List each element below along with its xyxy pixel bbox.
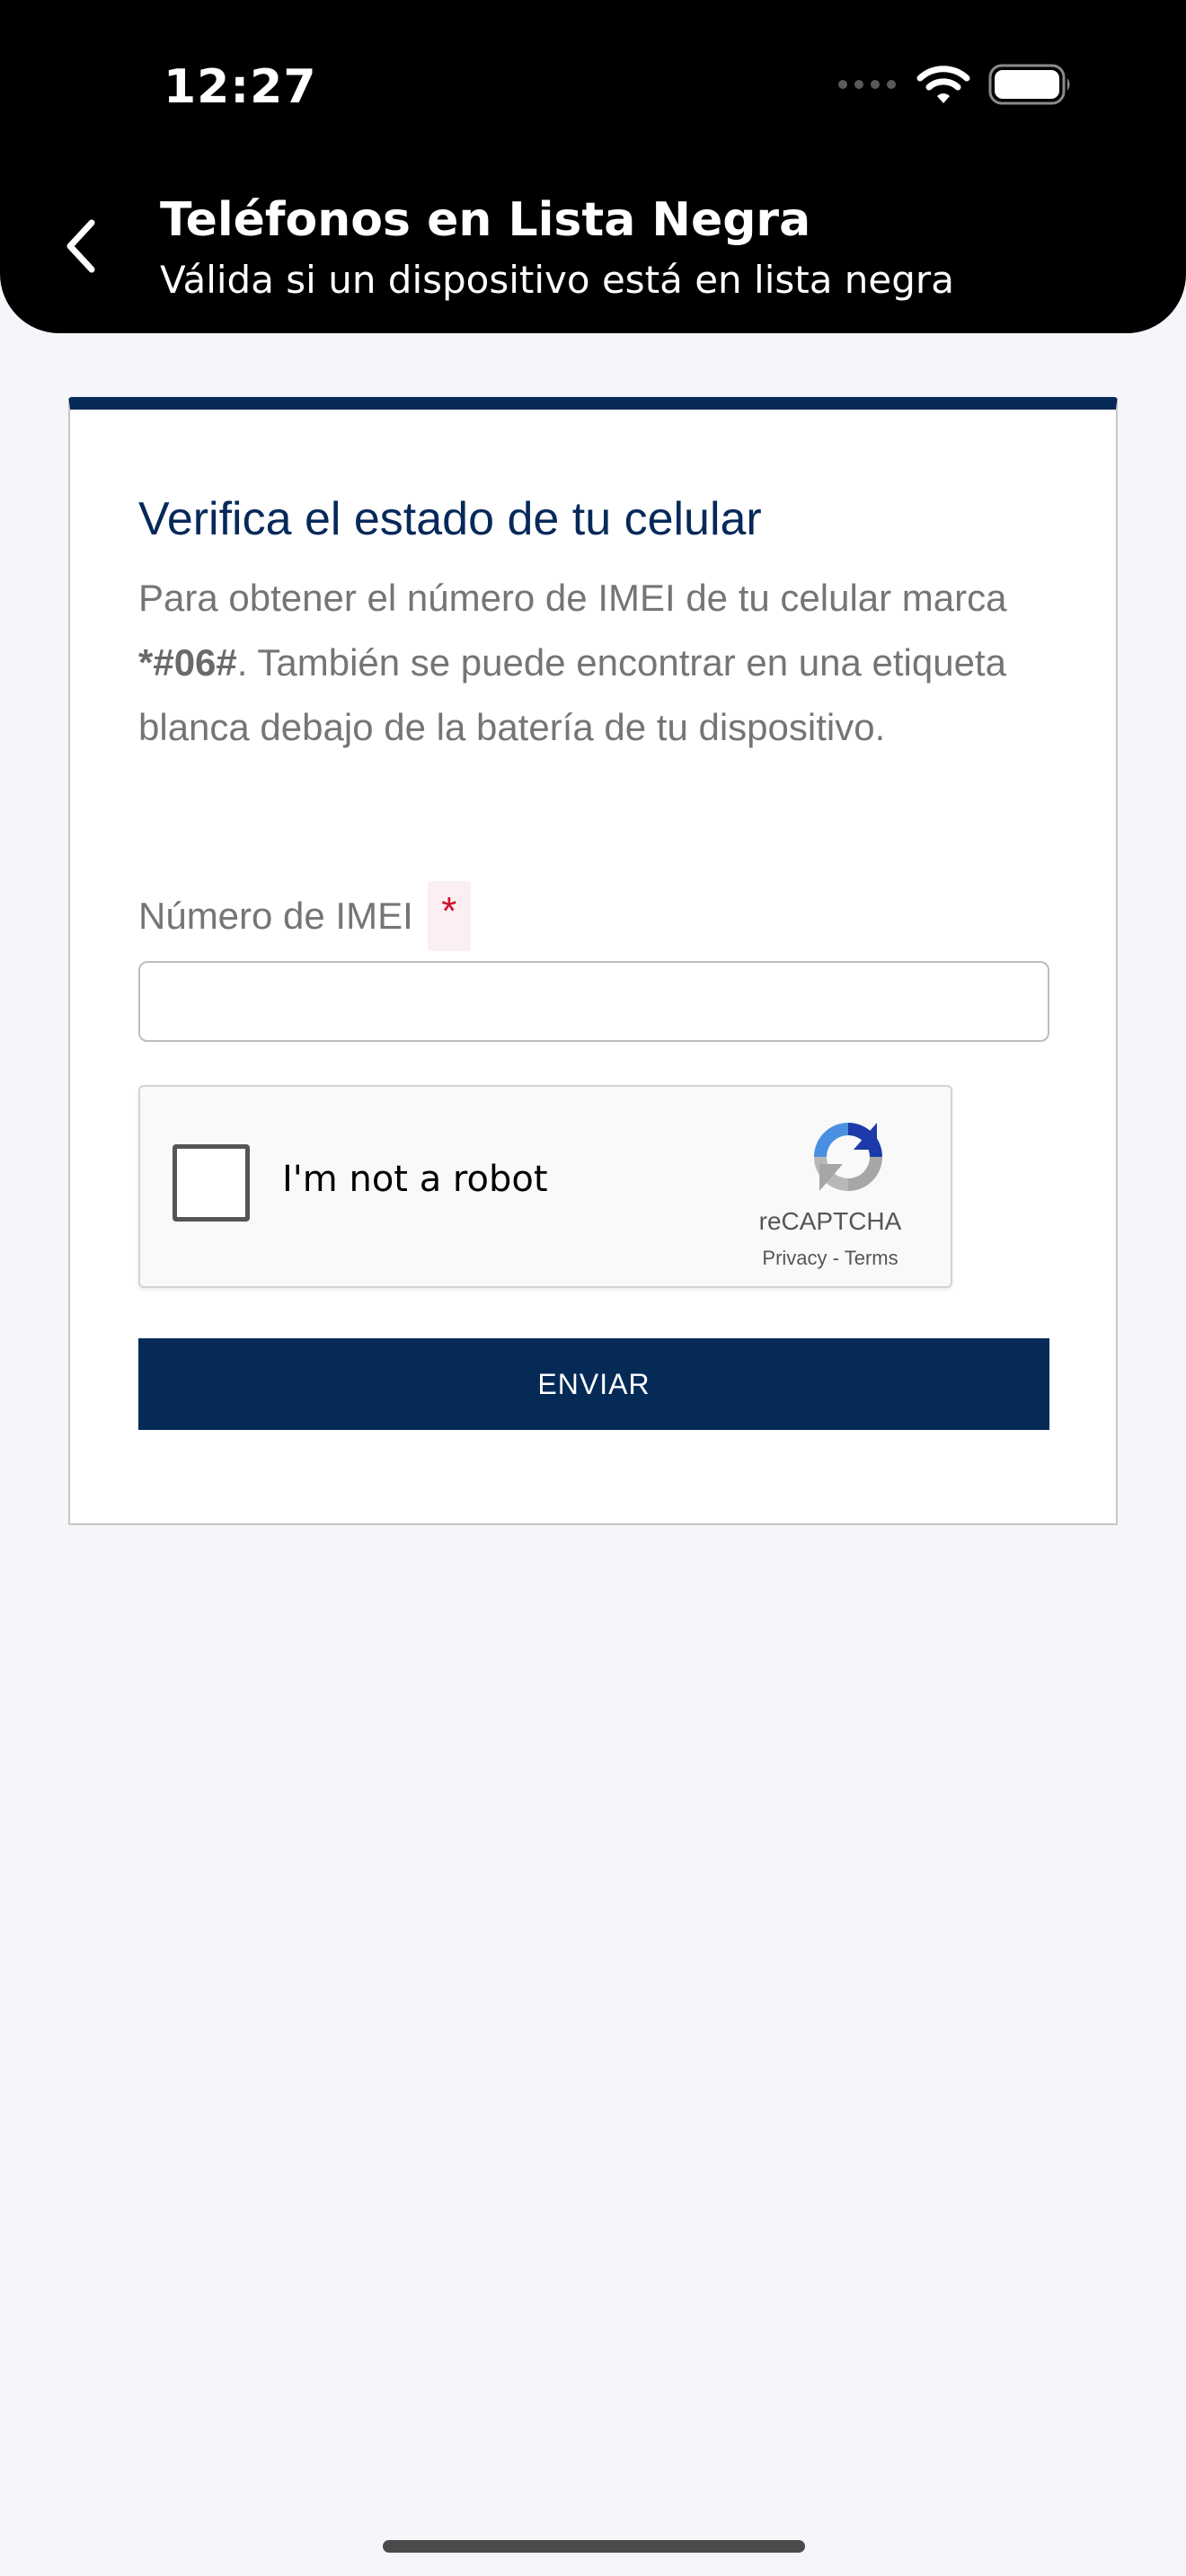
recaptcha-privacy-link[interactable]: Privacy (762, 1247, 827, 1269)
recaptcha-links: Privacy - Terms (724, 1247, 936, 1270)
description-text-start: Para obtener el número de IMEI de tu cel… (138, 577, 1007, 619)
recaptcha-terms-link[interactable]: Terms (845, 1247, 898, 1269)
wifi-icon (916, 64, 970, 110)
form-title: Verifica el estado de tu celular (138, 493, 762, 545)
recaptcha-brand: reCAPTCHA (758, 1207, 902, 1235)
recaptcha-widget: I'm not a robot reCAPTCHA Privacy - Term… (138, 1085, 952, 1288)
status-icons (836, 63, 1073, 110)
required-indicator: * (427, 881, 471, 951)
signal-icon (836, 77, 898, 96)
page-title: Teléfonos en Lista Negra (160, 193, 811, 247)
status-time: 12:27 (164, 60, 317, 114)
recaptcha-checkbox[interactable] (173, 1144, 250, 1222)
recaptcha-link-separator: - (832, 1247, 839, 1269)
recaptcha-label: I'm not a robot (282, 1159, 548, 1200)
description-text-end: . También se puede encontrar en una etiq… (138, 641, 1006, 748)
recaptcha-logo-icon (805, 1114, 891, 1200)
imei-input[interactable] (138, 961, 1049, 1042)
imei-check-card: Verifica el estado de tu celular Para ob… (68, 397, 1118, 1525)
home-indicator (383, 2540, 805, 2553)
battery-icon (988, 64, 1073, 110)
submit-button[interactable]: ENVIAR (138, 1338, 1049, 1430)
form-description: Para obtener el número de IMEI de tu cel… (138, 566, 1073, 760)
imei-label-text: Número de IMEI (138, 895, 413, 937)
back-button[interactable] (56, 212, 106, 284)
imei-label: Número de IMEI * (138, 880, 471, 952)
chevron-left-icon (63, 217, 99, 279)
imei-code: *#06# (138, 641, 237, 684)
app-header: 12:27 Teléfonos en Lista Negra Válida si… (0, 0, 1186, 333)
page-subtitle: Válida si un dispositivo está en lista n… (160, 258, 954, 302)
